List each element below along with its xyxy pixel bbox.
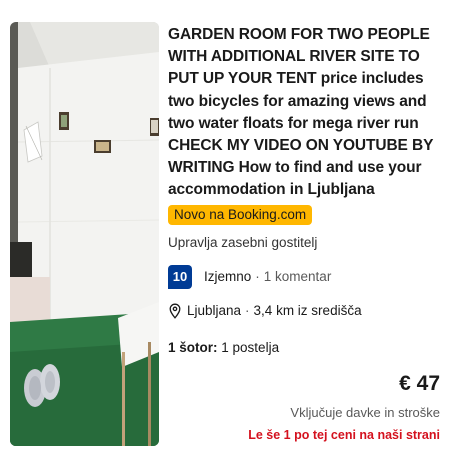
property-photo[interactable] — [10, 22, 159, 446]
room-bed-detail: 1 postelja — [221, 339, 280, 355]
property-info: GARDEN ROOM FOR TWO PEOPLE WITH ADDITION… — [168, 24, 448, 355]
distance-from-center: 3,4 km iz središča — [253, 303, 362, 319]
host-type: Upravlja zasebni gostitelj — [168, 234, 318, 250]
availability-urgency: Le še 1 po tej ceni na naši strani — [248, 428, 440, 442]
rating-word: Izjemno — [204, 269, 252, 285]
location-separator: · — [245, 303, 250, 319]
review-score-badge: 10 — [168, 264, 192, 289]
property-title[interactable]: GARDEN ROOM FOR TWO PEOPLE WITH ADDITION… — [168, 24, 448, 202]
rating-row[interactable]: 10 Izjemno · 1 komentar — [168, 264, 448, 289]
map-pin-icon — [169, 303, 181, 319]
location-row[interactable]: Ljubljana · 3,4 km iz središča — [168, 303, 448, 319]
room-summary: 1 šotor: 1 postelja — [168, 340, 448, 355]
property-card[interactable]: GARDEN ROOM FOR TWO PEOPLE WITH ADDITION… — [0, 0, 450, 450]
taxes-note: Vključuje davke in stroške — [290, 405, 440, 420]
room-type-label: 1 šotor: — [168, 339, 218, 355]
price: € 47 — [399, 372, 440, 395]
review-count[interactable]: 1 komentar — [264, 269, 332, 284]
rating-separator: · — [255, 269, 260, 285]
new-on-booking-badge: Novo na Booking.com — [168, 204, 313, 225]
location-city[interactable]: Ljubljana — [187, 303, 241, 318]
